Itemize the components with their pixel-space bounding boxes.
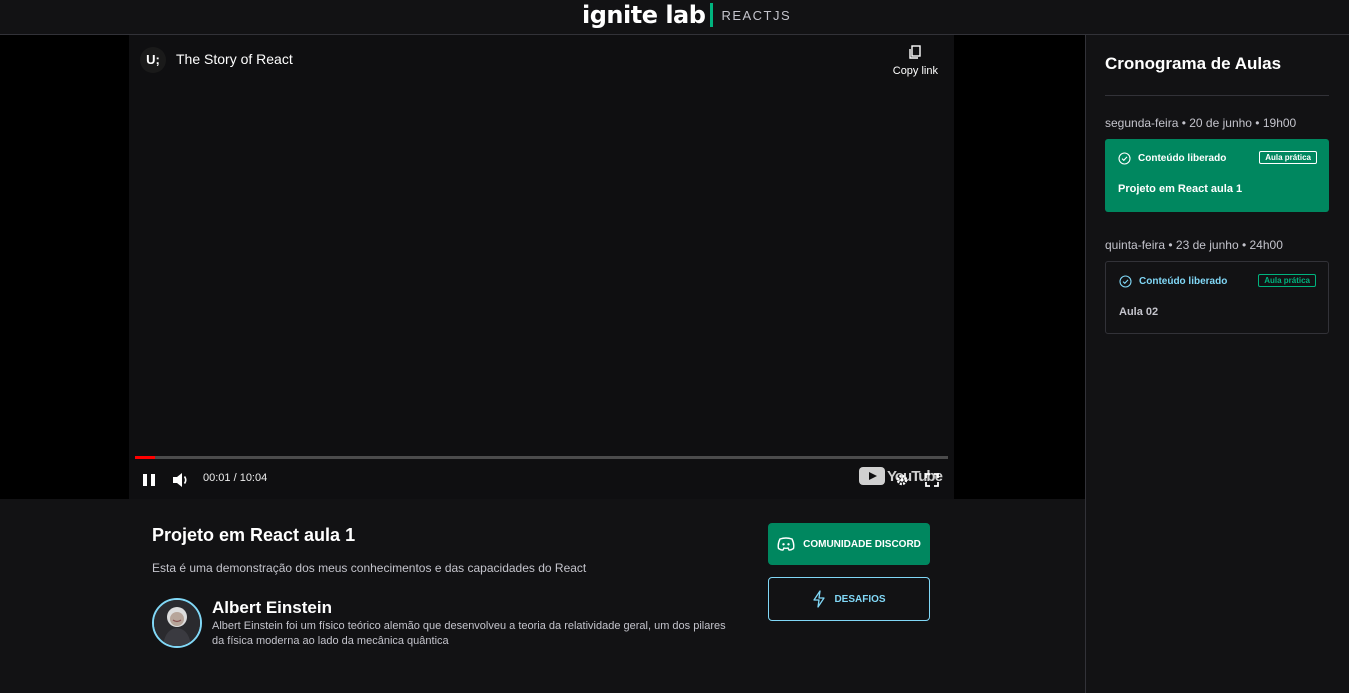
check-circle-icon — [1118, 152, 1131, 165]
lesson-date: segunda-feira • 20 de junho • 19h00 — [1105, 116, 1297, 130]
logo[interactable]: ignite lab REACTJS — [582, 0, 791, 30]
sidebar-title: Cronograma de Aulas — [1105, 54, 1282, 73]
discord-community-button[interactable]: COMUNIDADE DISCORD — [768, 523, 930, 565]
copy-icon — [909, 45, 922, 59]
check-circle-icon — [1119, 275, 1132, 288]
lesson-status-label: Conteúdo liberado — [1138, 153, 1227, 164]
teacher-portrait — [154, 600, 200, 646]
lesson-status-label: Conteúdo liberado — [1139, 276, 1228, 287]
fullscreen-icon[interactable] — [925, 473, 939, 487]
settings-gear-icon[interactable] — [895, 473, 909, 487]
logo-divider — [710, 3, 714, 27]
lesson-date: quinta-feira • 23 de junho • 24h00 — [1105, 238, 1283, 252]
main-content: U; The Story of React Copy link 00:01 / … — [0, 35, 1085, 693]
pause-icon[interactable] — [141, 471, 157, 489]
volume-icon[interactable] — [171, 471, 191, 489]
lightning-icon — [813, 590, 826, 608]
progress-bar[interactable] — [135, 456, 948, 459]
header: ignite lab REACTJS — [0, 0, 1349, 35]
lesson-name: Projeto em React aula 1 — [1118, 183, 1243, 195]
lesson-info: Projeto em React aula 1 Esta é uma demon… — [0, 499, 1085, 693]
video-player[interactable]: U; The Story of React Copy link 00:01 / … — [129, 35, 954, 499]
copy-link-button[interactable]: Copy link — [893, 45, 938, 77]
desafios-button-label: DESAFIOS — [834, 593, 886, 605]
teacher-avatar — [152, 598, 202, 648]
lesson-card-1[interactable]: Conteúdo liberado Aula prática Projeto e… — [1105, 139, 1329, 212]
lesson-type-badge: Aula prática — [1258, 274, 1316, 287]
channel-avatar[interactable]: U; — [140, 47, 166, 73]
lesson-title: Projeto em React aula 1 — [152, 525, 356, 545]
discord-icon — [777, 537, 795, 551]
lesson-type-badge: Aula prática — [1259, 151, 1317, 164]
lesson-card-2[interactable]: Conteúdo liberado Aula prática Aula 02 — [1105, 261, 1329, 334]
sidebar-divider — [1105, 95, 1329, 96]
youtube-play-icon — [859, 467, 885, 485]
teacher-bio: Albert Einstein foi um físico teórico al… — [212, 620, 726, 647]
logo-wordmark: ignite lab — [582, 1, 706, 29]
lesson-status: Conteúdo liberado — [1119, 275, 1227, 288]
lesson-description: Esta é uma demonstração dos meus conheci… — [152, 561, 587, 575]
teacher-name: Albert Einstein — [212, 598, 332, 617]
progress-fill — [135, 456, 156, 459]
schedule-sidebar: Cronograma de Aulas segunda-feira • 20 d… — [1085, 35, 1349, 693]
lesson-name: Aula 02 — [1119, 306, 1159, 318]
copy-link-label: Copy link — [892, 65, 938, 77]
lesson-status: Conteúdo liberado — [1118, 152, 1226, 165]
desafios-button[interactable]: DESAFIOS — [768, 577, 930, 621]
video-title[interactable]: The Story of React — [176, 51, 293, 67]
logo-subtitle: REACTJS — [721, 7, 792, 23]
discord-button-label: COMUNIDADE DISCORD — [803, 538, 921, 550]
video-area: U; The Story of React Copy link 00:01 / … — [0, 35, 1085, 499]
time-display: 00:01 / 10:04 — [203, 472, 268, 484]
